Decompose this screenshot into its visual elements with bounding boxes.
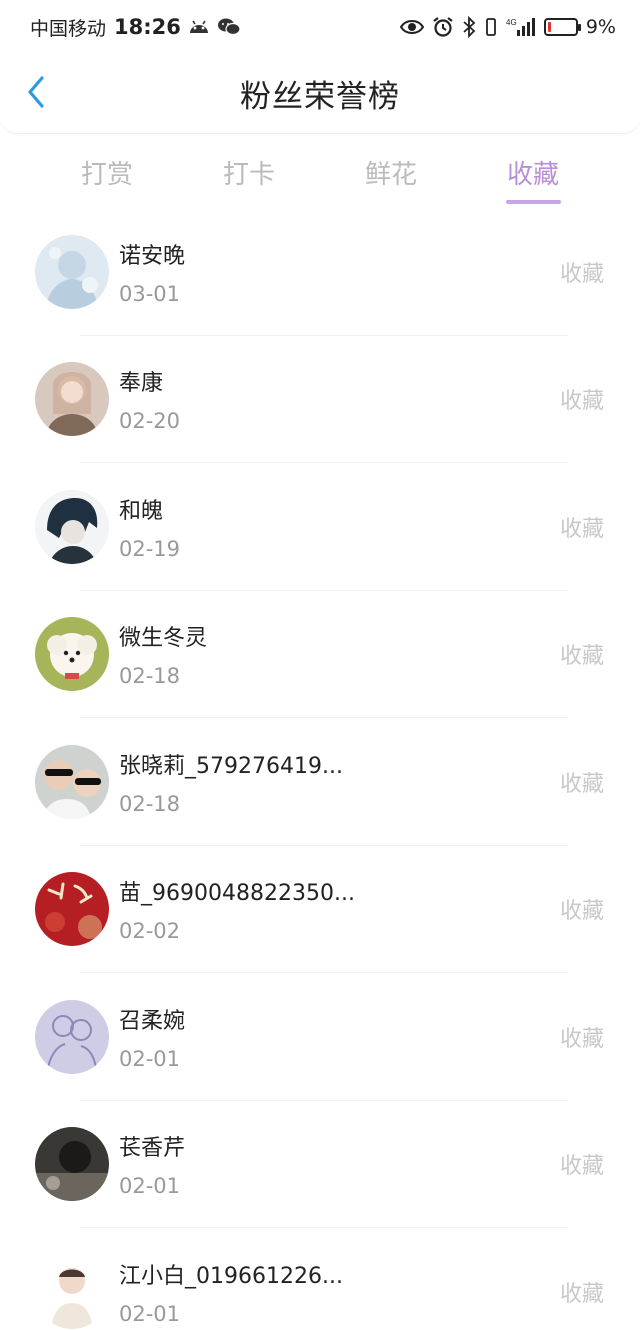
list-item[interactable]: 苌香芹 02-01 收藏 (0, 1101, 640, 1228)
status-bar: 中国移动 18:26 4G 9% (0, 0, 640, 54)
avatar (35, 234, 109, 309)
avatar (35, 362, 109, 437)
list-item[interactable]: 召柔婉 02-01 收藏 (0, 973, 640, 1101)
battery-icon (543, 18, 581, 36)
favorite-label: 收藏 (559, 1154, 604, 1180)
avatar (35, 872, 109, 947)
page-title: 粉丝荣誉榜 (240, 79, 400, 115)
tab-checkin[interactable]: 打卡 (189, 154, 309, 191)
list-item[interactable]: 张晓莉_579276419... 02-18 收藏 (0, 718, 640, 846)
tab-favorites[interactable]: 收藏 (473, 154, 593, 191)
wechat-icon (217, 17, 241, 37)
nav-bar: 粉丝荣誉榜 (0, 54, 640, 134)
list-item[interactable]: 苗_9690048822350... 02-02 收藏 (0, 846, 640, 973)
battery-percent: 9% (585, 16, 616, 38)
favorite-label: 收藏 (559, 1281, 604, 1307)
list-item[interactable]: 诺安晚 03-01 收藏 (0, 208, 640, 336)
back-button[interactable] (18, 74, 54, 114)
signal-icon: 4G (506, 16, 536, 38)
svg-text:4G: 4G (506, 18, 517, 27)
bluetooth-icon (462, 16, 476, 38)
avatar (35, 617, 109, 692)
chevron-left-icon (26, 75, 46, 113)
vibrate-icon (484, 16, 498, 38)
eye-icon (399, 18, 424, 36)
list-item[interactable]: 微生冬灵 02-18 收藏 (0, 591, 640, 718)
avatar (35, 744, 109, 819)
avatar (35, 1254, 109, 1329)
tab-flowers[interactable]: 鲜花 (331, 154, 451, 191)
favorite-label: 收藏 (559, 644, 604, 670)
clock: 18:26 (114, 15, 181, 39)
favorite-label: 收藏 (559, 261, 604, 287)
favorite-label: 收藏 (559, 899, 604, 925)
avatar (35, 999, 109, 1074)
list-item[interactable]: 和魄 02-19 收藏 (0, 463, 640, 591)
avatar (35, 1127, 109, 1202)
favorite-label: 收藏 (559, 516, 604, 542)
list-item[interactable]: 江小白_019661226... 02-01 收藏 (0, 1228, 640, 1330)
tab-reward[interactable]: 打赏 (47, 154, 167, 191)
list-item[interactable]: 奉康 02-20 收藏 (0, 336, 640, 463)
favorite-label: 收藏 (559, 1026, 604, 1052)
active-tab-indicator (506, 200, 561, 204)
fan-list: 诺安晚 03-01 收藏 奉康 02-20 收藏 和魄 02-19 收藏 微生冬… (0, 208, 640, 1330)
carrier-label: 中国移动 (30, 17, 107, 40)
avatar (35, 489, 109, 564)
alarm-icon (432, 16, 454, 38)
favorite-label: 收藏 (559, 389, 604, 415)
android-icon (187, 17, 211, 37)
favorite-label: 收藏 (559, 771, 604, 797)
